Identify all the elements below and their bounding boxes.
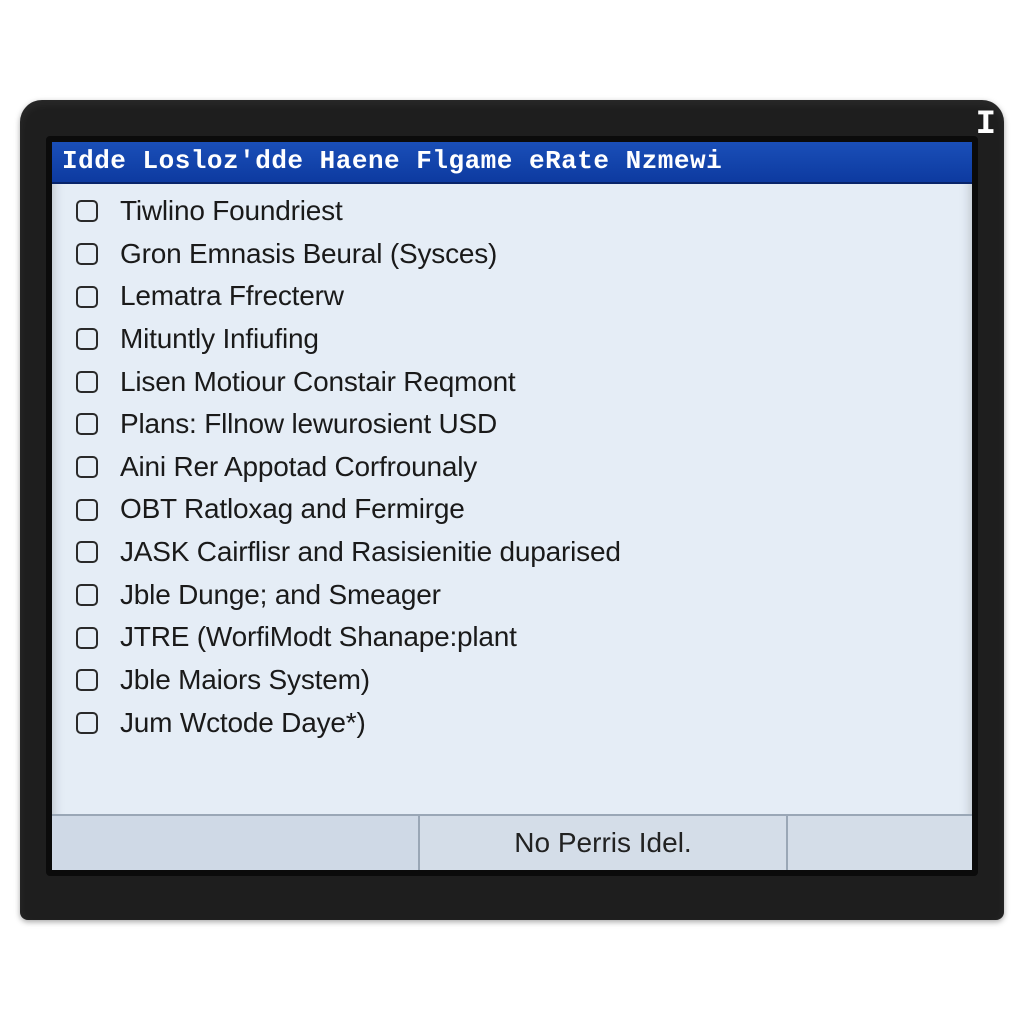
- list-item-label: Lisen Motiour Constair Reqmont: [120, 363, 516, 402]
- caret-icon: I: [976, 106, 996, 144]
- status-message: No Perris Idel.: [420, 816, 788, 870]
- list-item[interactable]: JTRE (WorfiModt Shanape:plant: [56, 616, 968, 659]
- list-item-label: Aini Rer Appotad Corfrounaly: [120, 448, 477, 487]
- list-item-label: JTRE (WorfiModt Shanape:plant: [120, 618, 517, 657]
- list-item[interactable]: Mituntly Infiufing: [56, 318, 968, 361]
- checkbox-list: Tiwlino Foundriest Gron Emnasis Beural (S…: [52, 184, 972, 814]
- checkbox-icon[interactable]: [76, 456, 98, 478]
- status-left-cell: [52, 816, 420, 870]
- list-item[interactable]: Lisen Motiour Constair Reqmont: [56, 361, 968, 404]
- checkbox-icon[interactable]: [76, 499, 98, 521]
- checkbox-icon[interactable]: [76, 328, 98, 350]
- status-bar: No Perris Idel.: [52, 814, 972, 870]
- checkbox-icon[interactable]: [76, 286, 98, 308]
- list-item[interactable]: Jum Wctode Daye*): [56, 702, 968, 745]
- list-item[interactable]: OBT Ratloxag and Fermirge: [56, 488, 968, 531]
- menu-bar-title: Idde Losloz'dde Haene Flgame eRate Nzmew…: [52, 142, 972, 184]
- list-item-label: Tiwlino Foundriest: [120, 192, 343, 231]
- list-item-label: Gron Emnasis Beural (Sysces): [120, 235, 497, 274]
- list-item[interactable]: JASK Cairflisr and Rasisienitie duparise…: [56, 531, 968, 574]
- checkbox-icon[interactable]: [76, 669, 98, 691]
- checkbox-icon[interactable]: [76, 200, 98, 222]
- list-item[interactable]: Jble Dunge; and Smeager: [56, 574, 968, 617]
- checkbox-icon[interactable]: [76, 584, 98, 606]
- checkbox-icon[interactable]: [76, 541, 98, 563]
- checkbox-icon[interactable]: [76, 243, 98, 265]
- list-item[interactable]: Jble Maiors System): [56, 659, 968, 702]
- list-item[interactable]: Aini Rer Appotad Corfrounaly: [56, 446, 968, 489]
- list-item-label: Jble Dunge; and Smeager: [120, 576, 441, 615]
- status-right-cell: [788, 816, 972, 870]
- device-frame: I Idde Losloz'dde Haene Flgame eRate Nzm…: [20, 100, 1004, 920]
- checkbox-icon[interactable]: [76, 712, 98, 734]
- list-item-label: Jum Wctode Daye*): [120, 704, 366, 743]
- list-item-label: Jble Maiors System): [120, 661, 370, 700]
- list-item[interactable]: Lematra Ffrecterw: [56, 275, 968, 318]
- list-item-label: Lematra Ffrecterw: [120, 277, 344, 316]
- list-item-label: OBT Ratloxag and Fermirge: [120, 490, 465, 529]
- checkbox-icon[interactable]: [76, 413, 98, 435]
- list-item[interactable]: Gron Emnasis Beural (Sysces): [56, 233, 968, 276]
- screen: Idde Losloz'dde Haene Flgame eRate Nzmew…: [46, 136, 978, 876]
- checkbox-icon[interactable]: [76, 371, 98, 393]
- list-item[interactable]: Plans: Fllnow lewurosient USD: [56, 403, 968, 446]
- list-item-label: Plans: Fllnow lewurosient USD: [120, 405, 497, 444]
- checkbox-icon[interactable]: [76, 627, 98, 649]
- list-item[interactable]: Tiwlino Foundriest: [56, 190, 968, 233]
- list-item-label: Mituntly Infiufing: [120, 320, 319, 359]
- list-item-label: JASK Cairflisr and Rasisienitie duparise…: [120, 533, 621, 572]
